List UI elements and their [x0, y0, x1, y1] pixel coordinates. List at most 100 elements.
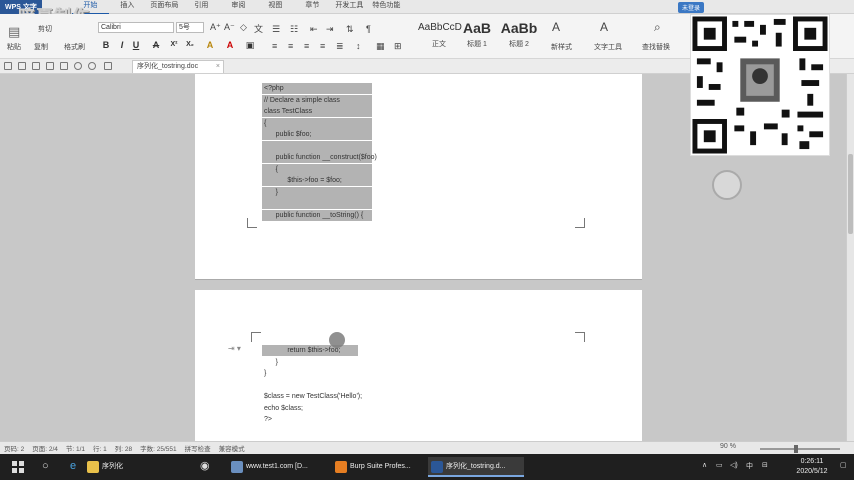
align-center-icon[interactable]: ≡	[288, 41, 293, 51]
clear-format-icon[interactable]: ◇	[240, 22, 247, 33]
edge-browser-icon[interactable]: e	[70, 460, 76, 472]
phonetic-icon[interactable]: 文	[254, 22, 263, 35]
superscript-icon[interactable]: X²	[168, 39, 180, 51]
borders-icon[interactable]: ⊞	[394, 41, 402, 52]
text-tools-icon[interactable]: A	[600, 20, 608, 34]
tray-expand-icon[interactable]: ∧	[702, 461, 707, 469]
open-icon[interactable]	[18, 62, 26, 70]
font-color-icon[interactable]: A	[224, 39, 236, 51]
numbering-icon[interactable]: ☷	[290, 24, 298, 35]
page-1[interactable]: <?php // Declare a simple class class Test…	[195, 74, 642, 280]
notification-icon[interactable]: ▢	[840, 461, 847, 469]
line-spacing-icon[interactable]: ↕	[356, 41, 361, 51]
zoom-level[interactable]: 90 %	[720, 443, 736, 450]
style-heading-2[interactable]: AaBb 标题 2	[498, 17, 540, 55]
menu-tab[interactable]: 审阅	[220, 0, 257, 15]
paste-icon[interactable]: ▤	[8, 24, 20, 40]
menu-tab[interactable]: 引用	[183, 0, 220, 15]
avatar[interactable]	[712, 170, 742, 200]
bold-icon[interactable]: B	[100, 39, 112, 51]
taskbar-app-serialize[interactable]: 序列化	[84, 457, 190, 477]
new-file-icon[interactable]	[4, 62, 12, 70]
undo-icon[interactable]	[74, 62, 82, 70]
start-windows-icon[interactable]	[12, 461, 24, 473]
font-size-select[interactable]: 5号	[176, 22, 204, 33]
redo-icon[interactable]	[88, 62, 96, 70]
code-line[interactable]: // Declare a simple class	[264, 96, 340, 105]
format-painter-button[interactable]: 格式刷	[64, 42, 85, 52]
ime-indicator[interactable]: 中	[746, 461, 753, 471]
indent-icon[interactable]: ⇥	[326, 24, 334, 35]
code-line[interactable]: {	[264, 119, 266, 128]
menu-tab[interactable]: 视图	[257, 0, 294, 15]
align-left-icon[interactable]: ≡	[272, 41, 277, 51]
italic-icon[interactable]: I	[116, 39, 128, 51]
font-name-select[interactable]: Calibri	[98, 22, 174, 33]
vertical-scrollbar[interactable]	[846, 74, 854, 441]
taskbar-clock[interactable]: 0:26:11 2020/5/12	[786, 457, 838, 477]
new-style-button[interactable]: 新样式	[551, 42, 572, 52]
grow-font-icon[interactable]: A⁺	[210, 22, 221, 33]
subscript-icon[interactable]: X₂	[184, 39, 196, 51]
code-line[interactable]: }	[264, 358, 278, 367]
search-icon[interactable]: ○	[42, 460, 49, 472]
code-line[interactable]: $class = new TestClass('Hello');	[264, 392, 362, 401]
code-line[interactable]: }	[264, 188, 278, 197]
code-line[interactable]: echo $class;	[264, 404, 303, 413]
menu-tab[interactable]: 开发工具	[331, 0, 368, 15]
underline-icon[interactable]: U	[130, 39, 142, 51]
print-preview-icon[interactable]	[60, 62, 68, 70]
menu-tab[interactable]: 插入	[109, 0, 146, 15]
code-line[interactable]: class TestClass	[264, 107, 312, 116]
page-2[interactable]: return $this->foo; }} $class = new TestCl…	[195, 290, 642, 441]
highlight-icon[interactable]: A	[204, 39, 216, 51]
justify-icon[interactable]: ≡	[320, 41, 325, 51]
find-icon[interactable]: ⌕	[654, 20, 661, 35]
login-button[interactable]: 未登录	[678, 2, 705, 13]
code-line[interactable]: return $this->foo;	[264, 346, 340, 355]
scrollbar-thumb[interactable]	[848, 154, 853, 234]
code-line[interactable]: ?>	[264, 415, 272, 424]
dropdown-icon[interactable]	[104, 62, 112, 70]
code-line[interactable]: }	[264, 369, 266, 378]
show-marks-icon[interactable]: ¶	[366, 24, 371, 34]
outdent-icon[interactable]: ⇤	[310, 24, 318, 35]
style-normal[interactable]: AaBbCcD 正文	[418, 17, 462, 55]
zoom-slider[interactable]	[760, 448, 840, 450]
shrink-font-icon[interactable]: A⁻	[224, 22, 235, 33]
taskbar-app-browser[interactable]: www.test1.com [D...	[228, 457, 326, 477]
code-line[interactable]: public $foo;	[264, 130, 312, 139]
code-line[interactable]: $this->foo = $foo;	[264, 176, 342, 185]
chrome-icon[interactable]: ◉	[200, 459, 210, 472]
distribute-icon[interactable]: ≣	[336, 41, 344, 52]
copy-button[interactable]: 复制	[34, 42, 48, 52]
code-line[interactable]: public function __toString() {	[264, 211, 364, 220]
style-heading-1[interactable]: AaB 标题 1	[456, 17, 498, 55]
find-replace-button[interactable]: 查找替换	[642, 42, 670, 52]
zoom-slider-knob[interactable]	[794, 445, 798, 453]
document-tab[interactable]: 序列化_tostring.doc ×	[132, 60, 224, 73]
keyboard-icon[interactable]: ⊟	[762, 461, 768, 469]
menu-tab[interactable]: 章节	[294, 0, 331, 15]
code-line[interactable]: <?php	[264, 84, 284, 93]
bullets-icon[interactable]: ☰	[272, 24, 280, 35]
char-border-icon[interactable]: ▣	[244, 39, 256, 51]
close-tab-icon[interactable]: ×	[216, 61, 220, 73]
save-icon[interactable]	[32, 62, 40, 70]
print-icon[interactable]	[46, 62, 54, 70]
network-icon[interactable]: ▭	[716, 461, 723, 469]
shading-icon[interactable]: ▦	[376, 41, 385, 52]
code-line[interactable]: public function __construct($foo)	[264, 153, 377, 162]
menu-tab[interactable]: 页面布局	[146, 0, 183, 15]
code-line[interactable]: {	[264, 165, 278, 174]
menu-tab[interactable]: 特色功能	[368, 0, 405, 15]
paste-button[interactable]: 粘贴	[7, 42, 21, 52]
volume-icon[interactable]: ◁)	[730, 461, 738, 469]
text-tools-button[interactable]: 文字工具	[594, 42, 622, 52]
taskbar-app-wps[interactable]: 序列化_tostring.d...	[428, 457, 524, 477]
align-right-icon[interactable]: ≡	[304, 41, 309, 51]
status-spell-check[interactable]: 拼写检查	[185, 443, 211, 453]
status-words[interactable]: 字数: 25/551	[140, 443, 177, 453]
cut-button[interactable]: 剪切	[38, 24, 52, 34]
taskbar-app-burp[interactable]: Burp Suite Profes...	[332, 457, 424, 477]
